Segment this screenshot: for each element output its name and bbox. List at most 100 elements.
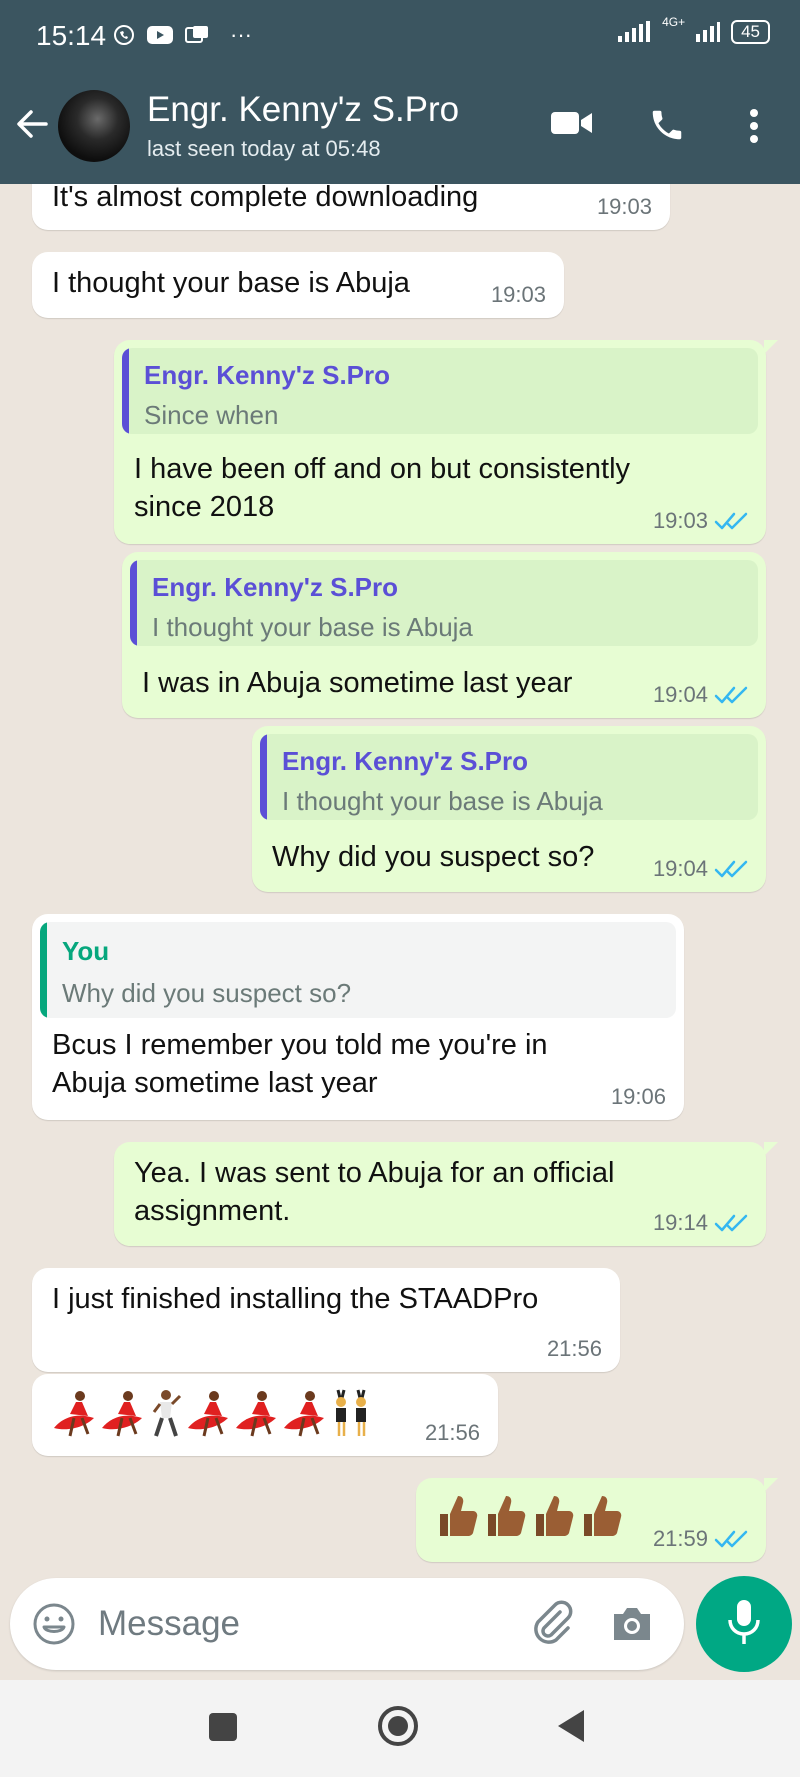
- message-text-line-1: I have been off and on but consistently: [134, 453, 631, 485]
- message-incoming[interactable]: You Why did you suspect so? Bcus I remem…: [32, 914, 684, 1120]
- thumbs-up-emoji: [440, 1496, 478, 1536]
- chat-header: Engr. Kenny'z S.Pro last seen today at 0…: [0, 76, 800, 184]
- last-seen-status: last seen today at 05:48: [147, 136, 381, 161]
- network-type: 4G+: [662, 15, 686, 29]
- bubble-tail: [764, 1142, 778, 1156]
- bubble-tail: [764, 1478, 778, 1492]
- quote-accent-bar: [260, 734, 267, 820]
- quoted-message[interactable]: Engr. Kenny'z S.Pro I thought your base …: [130, 560, 758, 646]
- thumbs-up-emoji: [584, 1496, 622, 1536]
- message-time: 19:06: [610, 1084, 666, 1109]
- message-outgoing[interactable]: Engr. Kenny'z S.Pro Since when I have be…: [114, 340, 778, 544]
- app-notification-icon: [185, 26, 208, 43]
- more-vert-icon[interactable]: [744, 106, 764, 151]
- phone-call-icon[interactable]: [648, 106, 686, 149]
- back-button[interactable]: [556, 1708, 586, 1749]
- message-composer[interactable]: Message: [10, 1578, 684, 1670]
- read-receipt-icon: [714, 1214, 748, 1232]
- youtube-notification-icon: [147, 26, 173, 44]
- bubble-tail: [764, 340, 778, 354]
- quote-text: I thought your base is Abuja: [282, 786, 603, 816]
- message-time: 19:14: [652, 1210, 708, 1235]
- emoji-sequence: [436, 1492, 624, 1540]
- message-time: 19:03: [490, 282, 546, 307]
- quote-author: You: [62, 936, 110, 966]
- message-time: 19:03: [596, 194, 652, 219]
- message-incoming[interactable]: I thought your base is Abuja 19:03: [32, 252, 564, 318]
- quoted-message[interactable]: You Why did you suspect so?: [40, 922, 676, 1018]
- attach-icon[interactable]: [530, 1600, 576, 1651]
- back-arrow-icon[interactable]: [14, 106, 50, 147]
- message-incoming[interactable]: 💃💃🕺💃💃💃👯 21:56: [32, 1374, 498, 1456]
- message-input[interactable]: Message: [98, 1604, 240, 1644]
- read-receipt-icon: [714, 1530, 748, 1548]
- message-time: 21:59: [652, 1526, 708, 1551]
- read-receipt-icon: [714, 686, 748, 704]
- message-outgoing[interactable]: Yea. I was sent to Abuja for an official…: [114, 1142, 778, 1246]
- quote-text: Since when: [144, 400, 279, 430]
- emoji-icon[interactable]: [32, 1602, 76, 1651]
- message-text: Why did you suspect so?: [272, 841, 595, 873]
- thumbs-up-emoji: [536, 1496, 574, 1536]
- message-outgoing[interactable]: Engr. Kenny'z S.Pro I thought your base …: [122, 552, 766, 718]
- quote-accent-bar: [122, 348, 129, 434]
- message-text: I just finished installing the STAADPro: [52, 1283, 539, 1315]
- contact-name[interactable]: Engr. Kenny'z S.Pro: [147, 90, 459, 130]
- thumbs-up-emoji: [488, 1496, 526, 1536]
- quote-author: Engr. Kenny'z S.Pro: [282, 746, 529, 776]
- status-bar: 15:14 ··· 4G+ 45: [0, 0, 800, 76]
- dancer-emoji: [54, 1391, 94, 1437]
- quote-accent-bar: [40, 922, 47, 1018]
- message-time: 21:56: [546, 1336, 602, 1361]
- whatsapp-notification-icon: [114, 25, 134, 45]
- message-text-line-1: Yea. I was sent to Abuja for an official: [134, 1157, 615, 1189]
- system-nav-bar: [0, 1680, 800, 1777]
- dancer-emoji: [102, 1391, 142, 1437]
- message-time: 21:56: [424, 1420, 480, 1445]
- man-dancing-emoji: [152, 1390, 182, 1437]
- message-time: 19:04: [652, 682, 708, 707]
- notification-icons: ···: [112, 22, 252, 48]
- message-outgoing[interactable]: Engr. Kenny'z S.Pro I thought your base …: [252, 726, 766, 892]
- dancer-emoji: [188, 1391, 228, 1437]
- quote-author: Engr. Kenny'z S.Pro: [144, 360, 391, 390]
- message-text: I was in Abuja sometime last year: [142, 667, 573, 699]
- dancer-emoji: [284, 1391, 324, 1437]
- recents-button[interactable]: [208, 1712, 238, 1747]
- signal-icon-2: [696, 22, 721, 42]
- camera-icon[interactable]: [610, 1604, 654, 1649]
- message-outgoing[interactable]: 👍🏾👍🏾👍🏾👍🏾 21:59: [416, 1478, 778, 1562]
- dancer-emoji: [236, 1391, 276, 1437]
- home-button[interactable]: [376, 1704, 420, 1753]
- quoted-message[interactable]: Engr. Kenny'z S.Pro Since when: [122, 348, 758, 434]
- battery-indicator: 45: [731, 20, 770, 44]
- quote-text: I thought your base is Abuja: [152, 612, 473, 642]
- quote-text: Why did you suspect so?: [62, 978, 352, 1008]
- message-text: I thought your base is Abuja: [52, 267, 410, 299]
- mic-button[interactable]: [696, 1576, 792, 1672]
- more-notifications: ···: [230, 22, 252, 47]
- message-text: It's almost complete downloading: [52, 184, 479, 213]
- quoted-message[interactable]: Engr. Kenny'z S.Pro I thought your base …: [260, 734, 758, 820]
- read-receipt-icon: [714, 512, 748, 530]
- system-indicators: 4G+ 45: [616, 15, 770, 44]
- avatar[interactable]: [58, 90, 130, 162]
- message-text-line-2: since 2018: [134, 491, 275, 523]
- read-receipt-icon: [714, 860, 748, 878]
- message-text-line-2: Abuja sometime last year: [52, 1067, 378, 1099]
- mic-icon: [726, 1598, 762, 1655]
- quote-accent-bar: [130, 560, 137, 646]
- chat-area: It's almost complete downloading 19:03 I…: [0, 184, 800, 1580]
- bunny-dancers-emoji: [336, 1389, 366, 1436]
- message-time: 19:03: [652, 508, 708, 533]
- signal-icon: [618, 21, 651, 42]
- message-time: 19:04: [652, 856, 708, 881]
- status-time: 15:14: [36, 20, 107, 51]
- message-text-line-2: assignment.: [134, 1195, 291, 1227]
- emoji-sequence: [52, 1388, 374, 1438]
- quote-author: Engr. Kenny'z S.Pro: [152, 572, 399, 602]
- message-text-line-1: Bcus I remember you told me you're in: [52, 1029, 548, 1061]
- message-incoming[interactable]: It's almost complete downloading 19:03: [32, 184, 670, 230]
- message-incoming[interactable]: I just finished installing the STAADPro …: [32, 1268, 620, 1372]
- video-call-icon[interactable]: [550, 106, 594, 145]
